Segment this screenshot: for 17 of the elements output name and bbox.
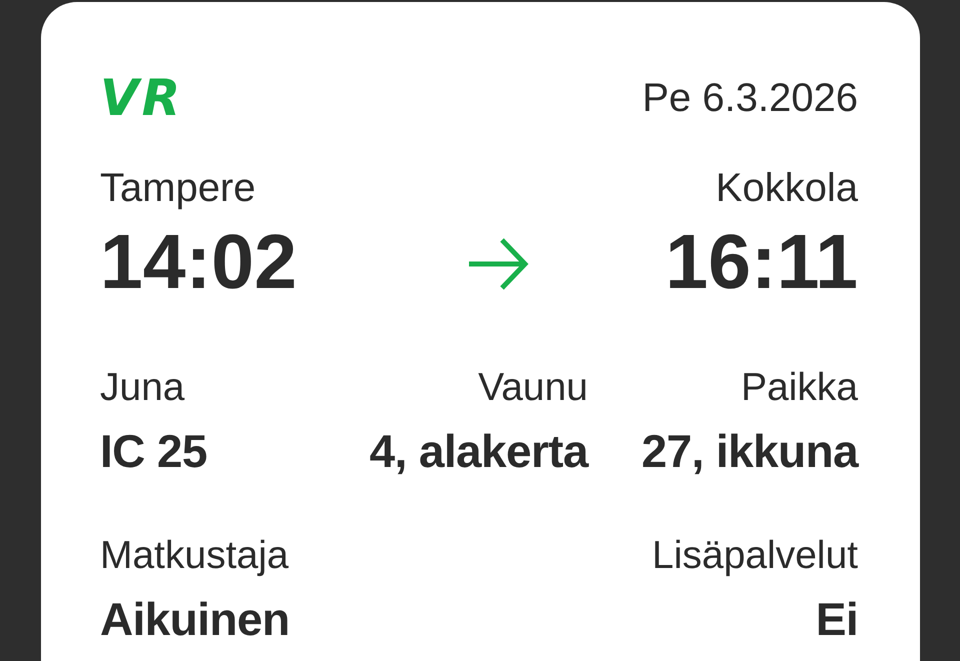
field-label: Vaunu [478, 365, 588, 411]
arrival-station: Kokkola [716, 165, 858, 211]
field-label: Juna [100, 365, 185, 411]
departure-time: 14:02 [100, 220, 297, 304]
field-label: Paikka [740, 365, 858, 411]
field-value: Aikuinen [100, 592, 290, 647]
field-label: Lisäpalvelut [652, 533, 858, 579]
logo: VR [100, 72, 184, 124]
field-label: Matkustaja [100, 533, 289, 579]
arrow-right-icon [467, 237, 530, 291]
field-value: 4, alakerta [370, 424, 588, 479]
field-value: IC 25 [100, 424, 207, 479]
field-value: Ei [816, 592, 858, 647]
field-value: 27, ikkuna [642, 424, 858, 479]
travel-date: Pe 6.3.2026 [642, 75, 858, 122]
departure-station: Tampere [100, 165, 256, 211]
arrival-time: 16:11 [665, 220, 858, 304]
